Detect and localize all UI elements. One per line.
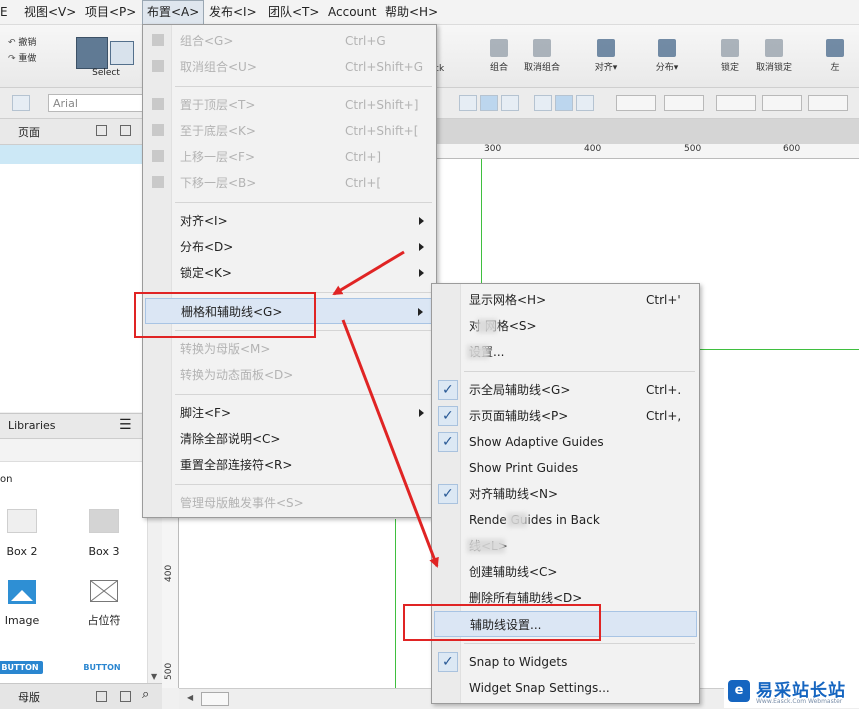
watermark-logo-icon: e [728,680,750,702]
annotation-arrow [332,250,405,296]
watermark-subtext: Www.Easck.Com Webmaster [756,698,843,705]
annotation-arrows [332,250,439,568]
site-watermark: e 易采站长站 Www.Easck.Com Webmaster [724,676,859,708]
annotation-arrow [341,319,439,568]
